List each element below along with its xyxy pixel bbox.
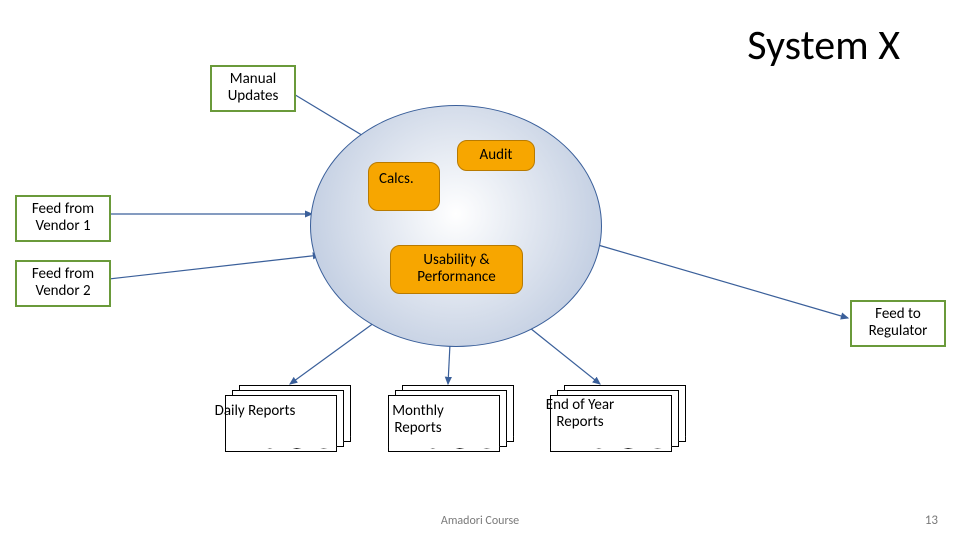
input-feed-vendor-2: Feed from Vendor 2	[15, 260, 111, 307]
core-audit: Audit	[457, 140, 535, 171]
report-end-of-year: End of Year Reports	[550, 395, 670, 447]
core-calcs: Calcs.	[368, 162, 440, 211]
report-eoy-label: End of Year Reports	[535, 397, 625, 432]
report-daily-label: Daily Reports	[210, 403, 300, 420]
output-feed-regulator: Feed to Regulator	[850, 300, 946, 347]
report-daily: Daily Reports	[225, 395, 335, 447]
slide-title: System X	[747, 20, 900, 71]
input-manual-updates: Manual Updates	[210, 65, 296, 112]
footer-course: Amadori Course	[0, 514, 960, 528]
core-usability-performance: Usability & Performance	[390, 245, 523, 294]
report-monthly-label: Monthly Reports	[373, 403, 463, 438]
input-feed-vendor-1: Feed from Vendor 1	[15, 195, 111, 242]
footer-page-number: 13	[925, 513, 938, 528]
report-monthly: Monthly Reports	[388, 395, 498, 447]
system-core-circle	[310, 105, 602, 347]
